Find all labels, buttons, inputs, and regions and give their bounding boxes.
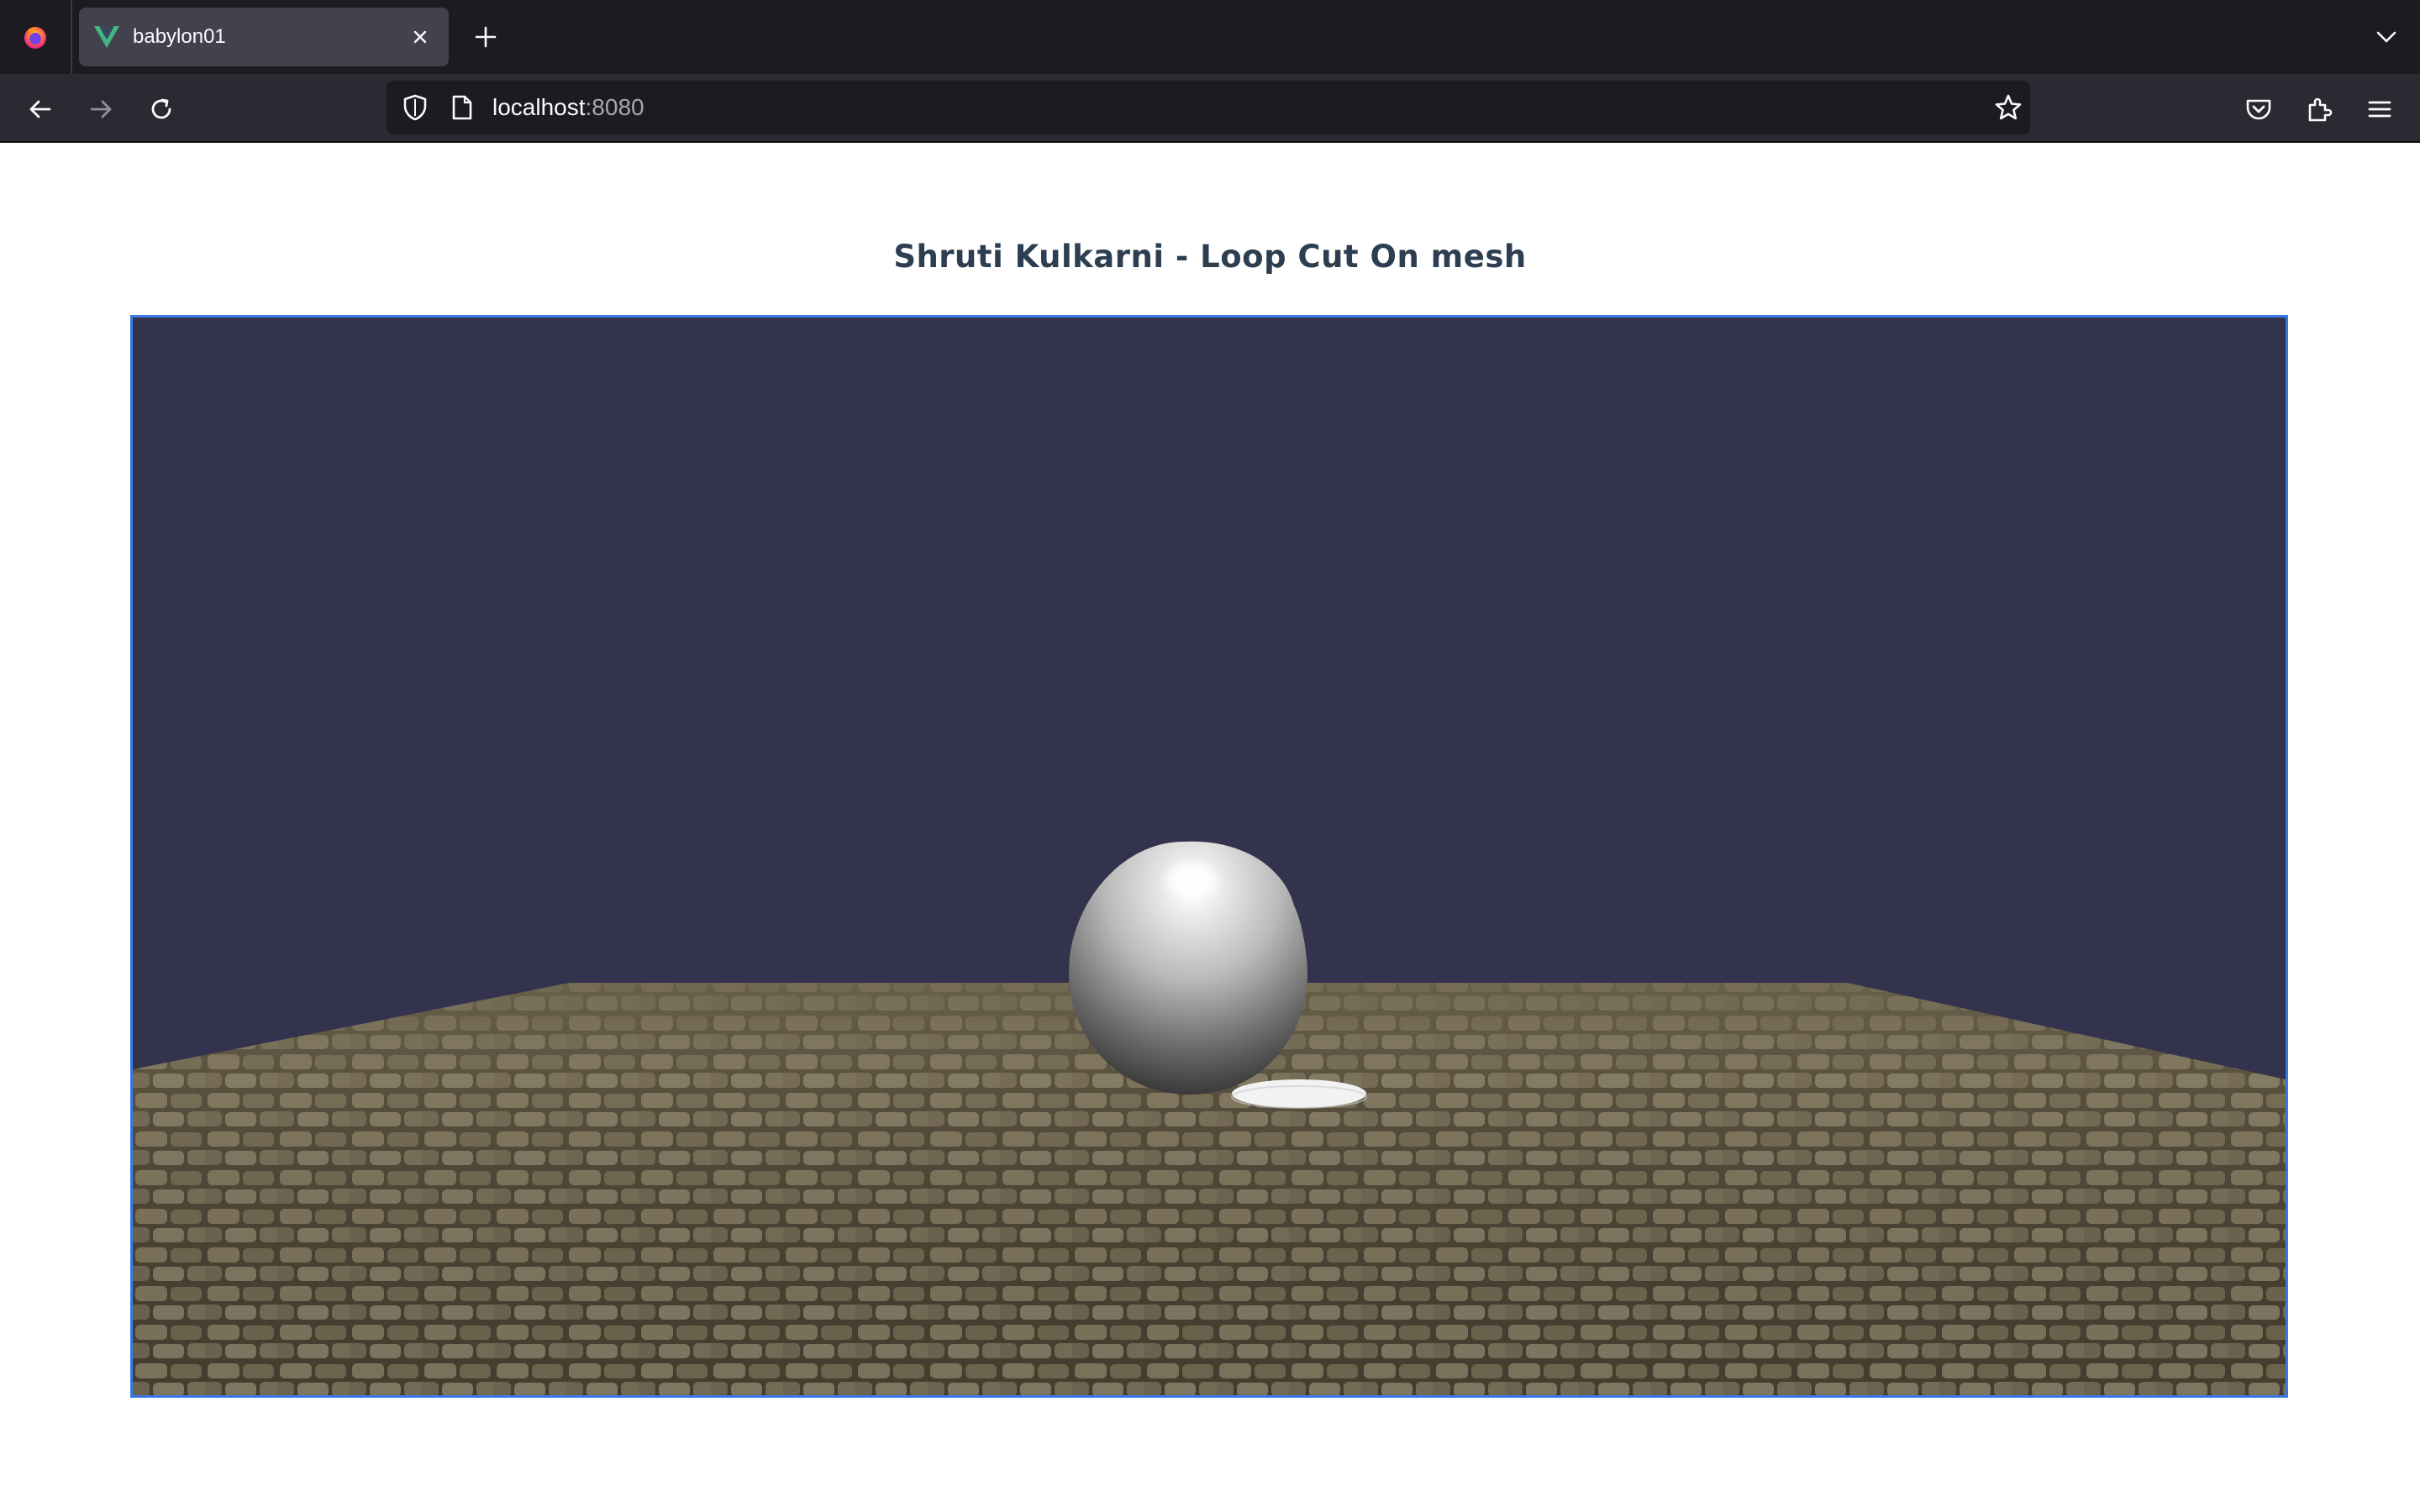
- disc-mesh: [1232, 1079, 1366, 1108]
- bookmark-star-icon[interactable]: [1991, 91, 2025, 124]
- close-tab-button[interactable]: [407, 24, 434, 50]
- chevron-down-icon: [2376, 31, 2396, 43]
- babylon-render-canvas[interactable]: [130, 315, 2288, 1398]
- back-button[interactable]: [20, 89, 60, 129]
- forward-arrow-icon: [90, 100, 112, 118]
- close-icon: [413, 30, 427, 44]
- firefox-view-button[interactable]: [0, 0, 72, 74]
- firefox-icon: [24, 27, 46, 49]
- reload-button[interactable]: [141, 89, 182, 129]
- tracking-protection-shield-icon[interactable]: [398, 91, 432, 124]
- extensions-button[interactable]: [2299, 89, 2339, 129]
- reload-icon: [151, 98, 171, 119]
- navigation-toolbar: localhost:8080: [0, 74, 2420, 143]
- tab-strip: babylon01: [0, 0, 2420, 74]
- url-text[interactable]: localhost:8080: [492, 81, 644, 134]
- 3d-scene: [133, 318, 2286, 1395]
- new-tab-button[interactable]: [467, 18, 504, 55]
- pocket-icon: [2246, 99, 2271, 120]
- plus-icon: [475, 26, 497, 48]
- puzzle-piece-icon: [2308, 97, 2333, 122]
- address-bar[interactable]: localhost:8080: [387, 81, 2030, 134]
- tab-babylon01[interactable]: babylon01: [79, 8, 449, 66]
- page-info-icon[interactable]: [445, 91, 479, 124]
- app-menu-button[interactable]: [2360, 89, 2400, 129]
- forward-button[interactable]: [81, 89, 121, 129]
- back-arrow-icon: [29, 100, 51, 118]
- hamburger-menu-icon: [2368, 101, 2391, 118]
- url-port: :8080: [585, 94, 644, 120]
- list-all-tabs-button[interactable]: [2368, 18, 2405, 55]
- tab-title: babylon01: [133, 25, 226, 48]
- vue-logo-icon: [94, 26, 119, 48]
- page-title: Shruti Kulkarni - Loop Cut On mesh: [893, 239, 1527, 275]
- pocket-button[interactable]: [2238, 89, 2279, 129]
- url-host: localhost: [492, 94, 586, 120]
